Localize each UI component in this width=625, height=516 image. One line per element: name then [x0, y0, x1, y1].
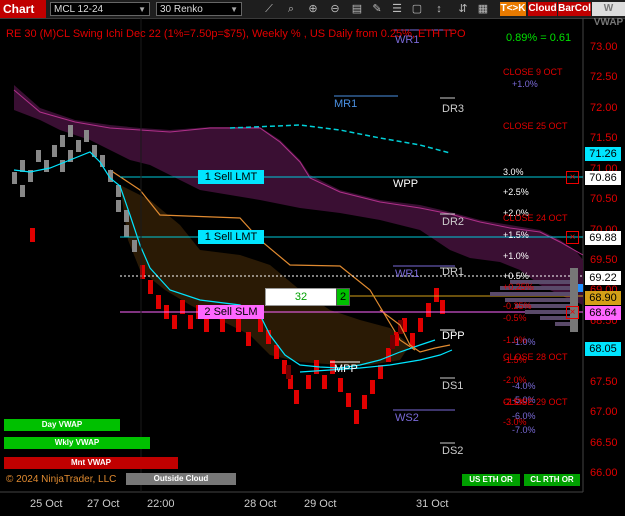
cl-rth-or-button[interactable]: CL RTH OR: [524, 474, 580, 486]
price-tick-label: 72.00: [590, 101, 618, 114]
kumo-cloud-upper: [14, 85, 583, 305]
pivot-label-mr1: MR1: [334, 98, 358, 110]
weekly-pct-label: -4.0%: [512, 381, 536, 391]
pivot-label-wpp: WPP: [393, 178, 419, 190]
weekly-pct-label: -7.0%: [512, 425, 536, 435]
mnt-vwap-button[interactable]: Mnt VWAP: [4, 457, 178, 469]
price-tick-label: 73.00: [590, 41, 618, 53]
pivot-label-wr1: WR1: [395, 268, 420, 280]
pct-level-label: +1.5%: [503, 230, 529, 240]
pivot-label-dr2: DR2: [442, 216, 465, 228]
time-tick-label: 22:00: [147, 498, 175, 510]
price-tag: 68.05: [585, 342, 621, 357]
time-tick-label: 25 Oct: [30, 498, 63, 510]
price-tick-label: 71.50: [590, 132, 618, 145]
outside-cloud-button[interactable]: Outside Cloud: [126, 473, 236, 485]
close-order-button-1[interactable]: ×: [566, 171, 579, 184]
price-tick-label: 72.50: [590, 71, 618, 84]
price-tag: 68.64: [585, 306, 621, 321]
close-order-button-2[interactable]: ×: [566, 231, 579, 244]
price-tick-label: 66.50: [590, 436, 618, 449]
order-label-3[interactable]: 2 Sell SLM: [198, 305, 264, 319]
price-tag: 68.90: [585, 290, 621, 305]
close-level-label: CLOSE 24 OCT: [503, 213, 568, 223]
price-tag: 70.86: [585, 171, 621, 186]
price-tag: 71.26: [585, 146, 621, 161]
price-tick-label: 66.00: [590, 467, 618, 479]
price-tag: 69.88: [585, 230, 621, 245]
pivot-label-dr3: DR3: [442, 103, 465, 115]
pivot-label-wr1-top: WR1: [395, 34, 420, 46]
close-level-label: CLOSE 25 OCT: [503, 121, 568, 131]
pivot-label-ws2: WS2: [395, 412, 419, 424]
pivot-label-dpp: DPP: [442, 330, 465, 342]
close-level-label: CLOSE 28 OCT: [503, 352, 568, 362]
day-vwap-button[interactable]: Day VWAP: [4, 419, 120, 431]
price-tick-label: 67.00: [590, 406, 618, 419]
pivot-label-ds1: DS1: [442, 380, 464, 392]
pivot-label-dr1: DR1: [442, 266, 465, 278]
chart-header-ratio: 0.89% = 0.61: [506, 32, 572, 44]
price-tick-label: 70.50: [590, 193, 618, 206]
price-tick-label: 69.50: [590, 254, 618, 266]
pct-level-label: +2.5%: [503, 187, 529, 197]
pct-level-label: +1.0%: [503, 251, 529, 261]
time-tick-label: 29 Oct: [304, 498, 337, 510]
close-level-label: CLOSE 29 OCT: [503, 397, 568, 407]
weekly-pct-label: -1.0%: [512, 337, 536, 347]
time-tick-label: 27 Oct: [87, 498, 120, 510]
close-order-button-3[interactable]: ×: [566, 306, 579, 319]
pct-level-label: -0.25%: [503, 301, 532, 311]
order-qty-box[interactable]: 32: [265, 288, 337, 306]
time-tick-label: 31 Oct: [416, 498, 449, 510]
copyright-text: © 2024 NinjaTrader, LLC: [6, 474, 117, 485]
close-level-label: CLOSE 9 OCT: [503, 67, 563, 77]
pct-level-label: -0.5%: [503, 313, 527, 323]
order-label-1[interactable]: 1 Sell LMT: [198, 170, 264, 184]
pivot-label-mpp: MPP: [334, 363, 358, 375]
pct-level-label: +0.5%: [503, 271, 529, 281]
order-label-2[interactable]: 1 Sell LMT: [198, 230, 264, 244]
price-tag: 69.22: [585, 271, 621, 286]
pct-level-label: 3.0%: [503, 167, 524, 177]
order-qty-value: 32: [294, 291, 308, 303]
time-tick-label: 28 Oct: [244, 498, 277, 510]
us-eth-or-button[interactable]: US ETH OR: [462, 474, 520, 486]
wkly-vwap-button[interactable]: Wkly VWAP: [4, 437, 150, 449]
order-count-badge[interactable]: 2: [336, 288, 350, 306]
price-tick-label: 67.50: [590, 375, 618, 388]
weekly-pct-label: -6.0%: [512, 411, 536, 421]
pivot-label-ds2: DS2: [442, 445, 464, 457]
weekly-pct-label: +1.0%: [512, 79, 538, 89]
pct-level-label: +0.25%: [503, 282, 534, 292]
